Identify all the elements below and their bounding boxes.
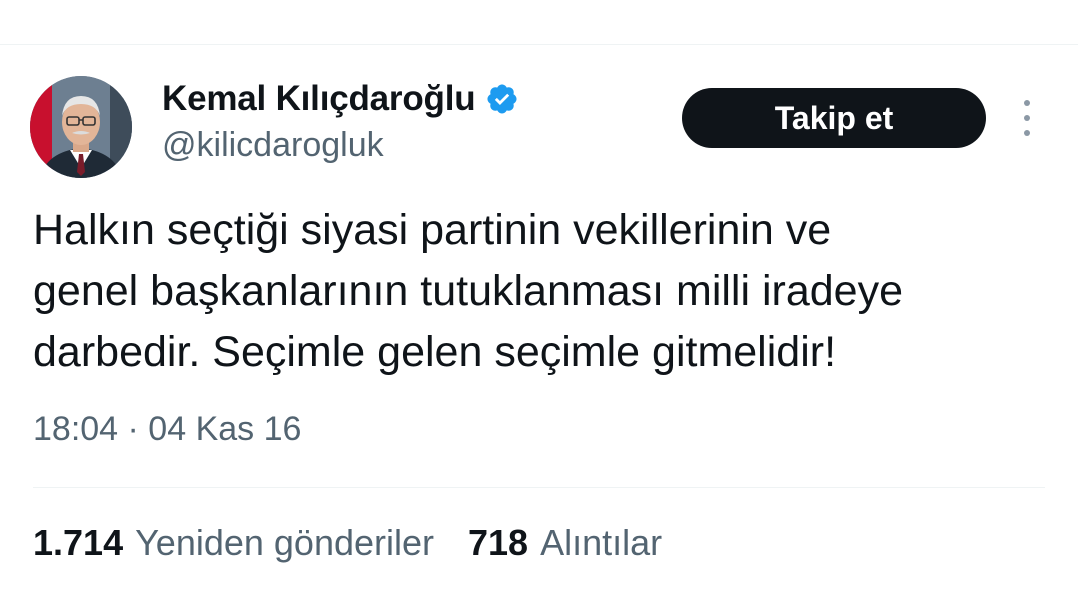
retweets-stat[interactable]: 1.714 Yeniden gönderiler (33, 522, 434, 564)
retweets-label: Yeniden gönderiler (135, 522, 435, 563)
quotes-count: 718 (468, 522, 529, 563)
dot (1024, 130, 1030, 136)
tweet-stats: 1.714 Yeniden gönderiler 718 Alıntılar (33, 522, 696, 564)
top-divider (0, 44, 1078, 45)
tweet-card: Kemal Kılıçdaroğlu @kilicdarogluk Takip … (0, 0, 1078, 600)
retweets-count: 1.714 (33, 522, 124, 563)
avatar[interactable] (30, 76, 132, 178)
tweet-text: Halkın seçtiği siyasi partinin vekilleri… (33, 206, 904, 376)
quotes-label: Alıntılar (540, 522, 663, 563)
author-handle[interactable]: @kilicdarogluk (162, 126, 384, 165)
quotes-stat[interactable]: 718 Alıntılar (468, 522, 662, 564)
verified-badge-icon (485, 82, 519, 116)
stats-divider (33, 487, 1045, 488)
author-display-name[interactable]: Kemal Kılıçdaroğlu (162, 79, 476, 119)
tweet-timestamp[interactable]: 18:04 · 04 Kas 16 (33, 410, 301, 449)
author-name-row: Kemal Kılıçdaroğlu (162, 76, 519, 122)
dot (1024, 115, 1030, 121)
dot (1024, 100, 1030, 106)
follow-button[interactable]: Takip et (682, 88, 986, 148)
more-options-icon[interactable] (1012, 98, 1042, 138)
